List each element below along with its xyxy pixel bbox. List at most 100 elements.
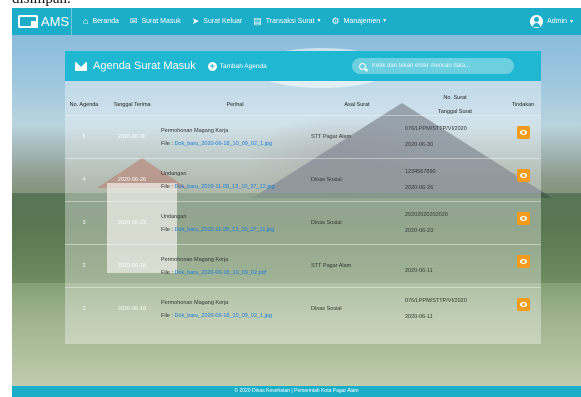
chevron-down-icon: ▾ (383, 18, 387, 24)
cell-tanggal-terima: 2020-06-18 (103, 244, 161, 288)
header-tanggal-terima: Tanggal Terima (113, 102, 151, 108)
file-prefix: File : (161, 183, 173, 190)
top-navbar: AMS ⌂ Beranda ✉ Surat Masuk ➤ Surat Kelu… (12, 8, 581, 35)
file-link[interactable]: Dok_baru_2020-06-18_10_09_02_1.jpg (174, 313, 272, 319)
nav-item-surat-keluar[interactable]: ➤ Surat Keluar (192, 17, 242, 26)
table-row: 4 2020-06-26 Undangan File : Dok_baru_20… (65, 158, 541, 202)
search-input[interactable] (372, 63, 512, 69)
perihal-text: Undangan (161, 170, 187, 177)
cell-asal-surat: STT Pagar Alam (309, 115, 405, 159)
table-row: 1 2020-06-18 Permohonan Magang Kerja Fil… (65, 287, 541, 331)
paper-plane-icon: ➤ (191, 16, 200, 26)
file-prefix: File : (161, 269, 173, 276)
file-link[interactable]: Dok_baru_2019-11-08_13_10_37_12.jpg (174, 184, 274, 190)
header-no-surat-label: No. Surat (443, 95, 467, 101)
cell-no-agenda: 2 (65, 244, 103, 288)
cell-asal-surat: Dinas Sosial (309, 201, 405, 245)
cell-tanggal-terima: 2020-06-23 (103, 201, 161, 245)
cell-tanggal-terima: 2020-06-18 (103, 287, 161, 331)
brand-name: AMS (41, 14, 70, 29)
cell-perihal: Undangan File : Dok_baru_2019-11-08_13_1… (161, 158, 309, 202)
panel-header: Agenda Surat Masuk + Tambah Agenda (65, 51, 541, 81)
view-eye-icon[interactable] (516, 125, 530, 139)
file-link[interactable]: Dok_baru_2020-06-18_10_09_02_1.jpg (174, 141, 272, 147)
cell-no-agenda: 1 (65, 287, 103, 331)
file-line: File : Dok_baru_2019-11-08_13_10_37_11.j… (161, 227, 309, 233)
cell-tindakan (505, 158, 541, 202)
no-surat-value: 1234567890 (405, 169, 436, 175)
perihal-text: Permohonan Magang Kerja (161, 256, 229, 263)
add-agenda-button[interactable]: + Tambah Agenda (207, 61, 267, 71)
nav-item-label: Surat Masuk (141, 18, 181, 25)
tanggal-surat-value: 2020-06-30 (405, 142, 434, 148)
cell-tindakan (505, 115, 541, 159)
add-agenda-label: Tambah Agenda (219, 62, 267, 70)
file-line: File : Dok_baru_2020-06-18_10_09_02.pdf (161, 270, 309, 276)
cell-asal-surat: Dinas Sosial (309, 158, 405, 202)
header-asal-surat: Asal Surat (344, 102, 370, 108)
view-eye-icon[interactable] (516, 297, 530, 311)
cell-asal-surat: STT Pagar Alam (309, 244, 405, 288)
header-perihal: Perihal (226, 102, 244, 108)
app-window: AMS ⌂ Beranda ✉ Surat Masuk ➤ Surat Kelu… (12, 8, 581, 397)
no-surat-value: 20202020202020 (405, 212, 448, 218)
document-icon: ▤ (253, 16, 262, 26)
search-icon (359, 62, 366, 70)
cell-asal-surat: Dinas Sosial (309, 287, 405, 331)
file-link[interactable]: Dok_baru_2020-06-18_10_09_02.pdf (174, 270, 266, 276)
footer: © 2020 Dinas Kesehatan | Pemerintah Kota… (12, 386, 581, 397)
cell-tindakan (505, 244, 541, 288)
cell-no-surat: 20202020202020 2020-06-23 (405, 201, 505, 245)
cell-no-surat: 2020-06-11 (405, 244, 505, 288)
nav-item-label: Manajemen (343, 18, 381, 25)
cell-no-agenda: 5 (65, 115, 103, 159)
perihal-text: Permohonan Magang Kerja (161, 299, 229, 306)
cell-perihal: Permohonan Magang Kerja File : Dok_baru_… (161, 244, 309, 288)
no-surat-value: 076/LPPM/STTP/VI/2020 (405, 126, 467, 132)
cell-tindakan (505, 287, 541, 331)
user-avatar-icon (530, 15, 544, 28)
nav-item-manajemen[interactable]: ⚙ Manajemen ▾ (332, 17, 387, 26)
user-name: Admin (547, 18, 567, 25)
nav-item-label: Transaksi Surat (265, 18, 315, 25)
cell-no-agenda: 3 (65, 201, 103, 245)
view-eye-icon[interactable] (516, 168, 530, 182)
chevron-down-icon: ▾ (569, 19, 573, 25)
file-line: File : Dok_baru_2020-06-18_10_09_02_1.jp… (161, 141, 309, 147)
cell-tanggal-terima: 2020-06-26 (103, 158, 161, 202)
tanggal-surat-value: 2020-06-11 (405, 314, 433, 321)
agenda-table: No. Agenda Tanggal Terima Perihal Asal S… (65, 95, 541, 331)
tanggal-surat-value: 2020-06-23 (405, 228, 434, 234)
nav-item-label: Surat Keluar (203, 18, 243, 25)
header-tindakan: Tindakan (511, 102, 535, 108)
table-row: 3 2020-06-23 Undangan File : Dok_baru_20… (65, 201, 541, 245)
view-eye-icon[interactable] (516, 211, 530, 225)
cell-no-agenda: 4 (65, 158, 103, 202)
nav-item-surat-masuk[interactable]: ✉ Surat Masuk (130, 17, 181, 26)
brand-logo[interactable]: AMS (18, 8, 72, 35)
user-menu[interactable]: Admin ▾ (530, 15, 573, 28)
no-surat-value: 076/LPPM/STTP/VI/2020 (405, 298, 467, 305)
nav-item-transaksi-surat[interactable]: ▤ Transaksi Surat ▾ (253, 17, 320, 26)
table-row: 2 2020-06-18 Permohonan Magang Kerja Fil… (65, 244, 541, 288)
cell-no-surat: 076/LPPM/STTP/VI/2020 2020-06-30 (405, 115, 505, 159)
header-no-agenda: No. Agenda (69, 102, 99, 108)
table-header-row: No. Agenda Tanggal Terima Perihal Asal S… (65, 95, 541, 116)
cell-perihal: Undangan File : Dok_baru_2019-11-08_13_1… (161, 201, 309, 245)
view-eye-icon[interactable] (516, 254, 530, 268)
cell-perihal: Permohonan Magang Kerja File : Dok_baru_… (161, 115, 309, 159)
envelope-icon (75, 61, 87, 71)
nav-item-beranda[interactable]: ⌂ Beranda (83, 17, 119, 26)
chevron-down-icon: ▾ (317, 18, 321, 24)
file-line: File : Dok_baru_2020-06-18_10_09_02_1.jp… (161, 313, 309, 319)
monitor-icon (18, 15, 38, 28)
header-no-surat: No. Surat Tanggal Surat (405, 95, 505, 116)
page-title: Agenda Surat Masuk (93, 60, 196, 72)
agenda-panel: Agenda Surat Masuk + Tambah Agenda No. A… (65, 51, 541, 344)
cell-perihal: Permohonan Magang Kerja File : Dok_baru_… (161, 287, 309, 331)
tanggal-surat-value: 2020-06-26 (405, 185, 434, 191)
file-link[interactable]: Dok_baru_2019-11-08_13_10_37_11.jpg (174, 227, 274, 233)
cell-no-surat: 1234567890 2020-06-26 (405, 158, 505, 202)
search-box[interactable] (352, 58, 514, 74)
nav-item-label: Beranda (92, 18, 119, 25)
